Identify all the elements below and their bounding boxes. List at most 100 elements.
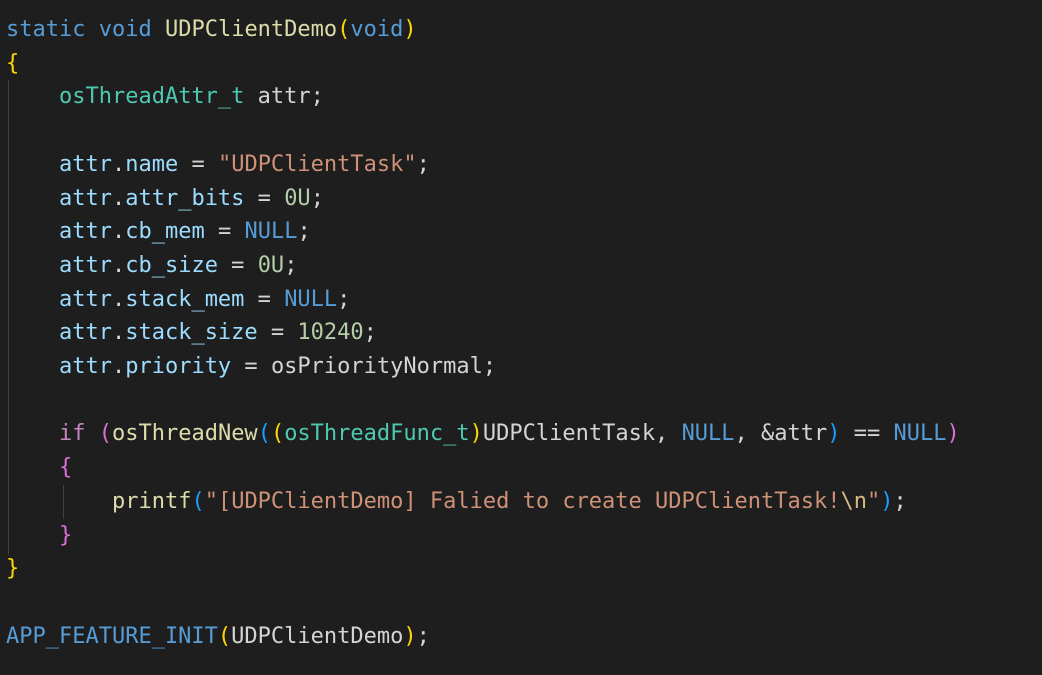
code-line[interactable]: } — [6, 519, 72, 553]
code-token: = — [231, 354, 271, 379]
code-token: ) — [827, 421, 841, 447]
code-token: ( — [191, 488, 205, 514]
code-line[interactable]: { — [6, 451, 72, 485]
code-token: ; — [284, 252, 298, 278]
code-token: ) — [469, 421, 483, 447]
code-token: = — [257, 320, 298, 346]
code-line[interactable]: attr.stack_mem = NULL; — [6, 283, 350, 317]
code-token: attr — [58, 354, 112, 379]
code-token: 0U — [284, 185, 311, 211]
code-token: 0U — [257, 252, 285, 278]
code-line[interactable]: attr.stack_size = 10240; — [6, 316, 377, 350]
code-token: = — [204, 219, 245, 245]
code-token: ; — [893, 488, 907, 514]
code-line[interactable]: attr.attr_bits = 0U; — [6, 182, 324, 216]
code-token: ) — [403, 17, 417, 42]
code-token: ; — [416, 623, 430, 649]
code-token: { — [6, 50, 20, 76]
code-token: . — [111, 151, 126, 177]
code-line[interactable]: osThreadAttr_t attr; — [6, 80, 324, 114]
code-token: UDPClientDemo — [231, 623, 404, 649]
code-token: "UDPClientTask" — [217, 151, 417, 177]
code-line[interactable]: attr.cb_size = 0U; — [6, 249, 297, 283]
code-line[interactable]: { — [6, 47, 19, 81]
code-token: UDPClientDemo — [164, 17, 338, 42]
code-token: " — [866, 488, 881, 514]
code-token: = — [178, 151, 218, 177]
code-token: stack_size — [125, 320, 258, 346]
code-token: ( — [98, 421, 112, 447]
code-token: } — [58, 522, 73, 548]
code-token: NULL — [244, 219, 298, 245]
code-token: attr — [58, 286, 112, 312]
code-token: "[UDPClientDemo] Falied to create UDPCli… — [204, 488, 841, 514]
code-token: static — [6, 17, 86, 42]
code-token: attr — [58, 252, 112, 278]
code-token: \n — [840, 488, 867, 514]
code-token: ; — [337, 286, 351, 312]
code-token: { — [58, 455, 73, 481]
code-line[interactable]: if (osThreadNew((osThreadFunc_t)UDPClien… — [6, 417, 960, 451]
code-token: osPriorityNormal; — [270, 354, 497, 379]
code-token: printf — [111, 488, 192, 514]
code-token: osThreadFunc_t — [284, 421, 470, 447]
code-token: NULL — [893, 421, 947, 447]
code-token: ( — [337, 17, 351, 42]
code-line[interactable]: printf("[UDPClientDemo] Falied to create… — [6, 485, 907, 519]
code-token: ( — [257, 421, 271, 447]
code-token: if — [58, 421, 86, 447]
code-token: attr — [58, 219, 112, 245]
code-token: NULL — [284, 286, 338, 312]
code-token: cb_size — [125, 252, 218, 278]
code-token: name — [125, 151, 179, 177]
code-token: void — [98, 17, 152, 42]
code-line[interactable]: attr.priority = osPriorityNormal; — [6, 350, 496, 384]
code-token: ) — [946, 421, 960, 447]
code-token: } — [6, 556, 20, 582]
code-token: attr — [58, 185, 112, 211]
code-line[interactable]: APP_FEATURE_INIT(UDPClientDemo); — [6, 620, 430, 654]
code-editor[interactable]: static void UDPClientDemo(void){ osThrea… — [0, 0, 1042, 675]
code-token: APP_FEATURE_INIT — [6, 623, 218, 649]
code-token: ) — [403, 623, 417, 649]
code-token: attr_bits — [125, 185, 245, 211]
code-token: . — [111, 252, 126, 278]
code-token: cb_mem — [125, 219, 205, 245]
code-line[interactable]: attr.name = "UDPClientTask"; — [6, 148, 430, 182]
code-token: = — [244, 286, 285, 312]
code-token: ( — [270, 421, 285, 447]
code-token: attr — [58, 320, 112, 346]
code-token: ; — [363, 320, 377, 346]
code-line[interactable]: } — [6, 552, 19, 586]
code-token: . — [111, 219, 126, 245]
code-line[interactable]: attr.cb_mem = NULL; — [6, 215, 311, 249]
code-token: void — [350, 17, 404, 42]
code-token: stack_mem — [125, 286, 245, 312]
code-token: osThreadAttr_t — [58, 84, 245, 110]
code-token: osThreadNew — [111, 421, 258, 447]
code-token: attr — [58, 151, 112, 177]
code-token: ( — [217, 623, 232, 649]
code-token: . — [111, 185, 126, 211]
code-token: . — [111, 354, 126, 379]
code-token: == — [840, 421, 894, 447]
code-token: NULL — [681, 421, 735, 447]
code-token: ) — [880, 488, 894, 514]
code-line[interactable]: static void UDPClientDemo(void) — [6, 13, 417, 47]
code-token: , &attr — [734, 421, 828, 447]
code-token: ; — [297, 219, 311, 245]
code-token: 10240 — [297, 320, 364, 346]
code-token: ; — [416, 151, 430, 177]
code-token: . — [111, 286, 126, 312]
